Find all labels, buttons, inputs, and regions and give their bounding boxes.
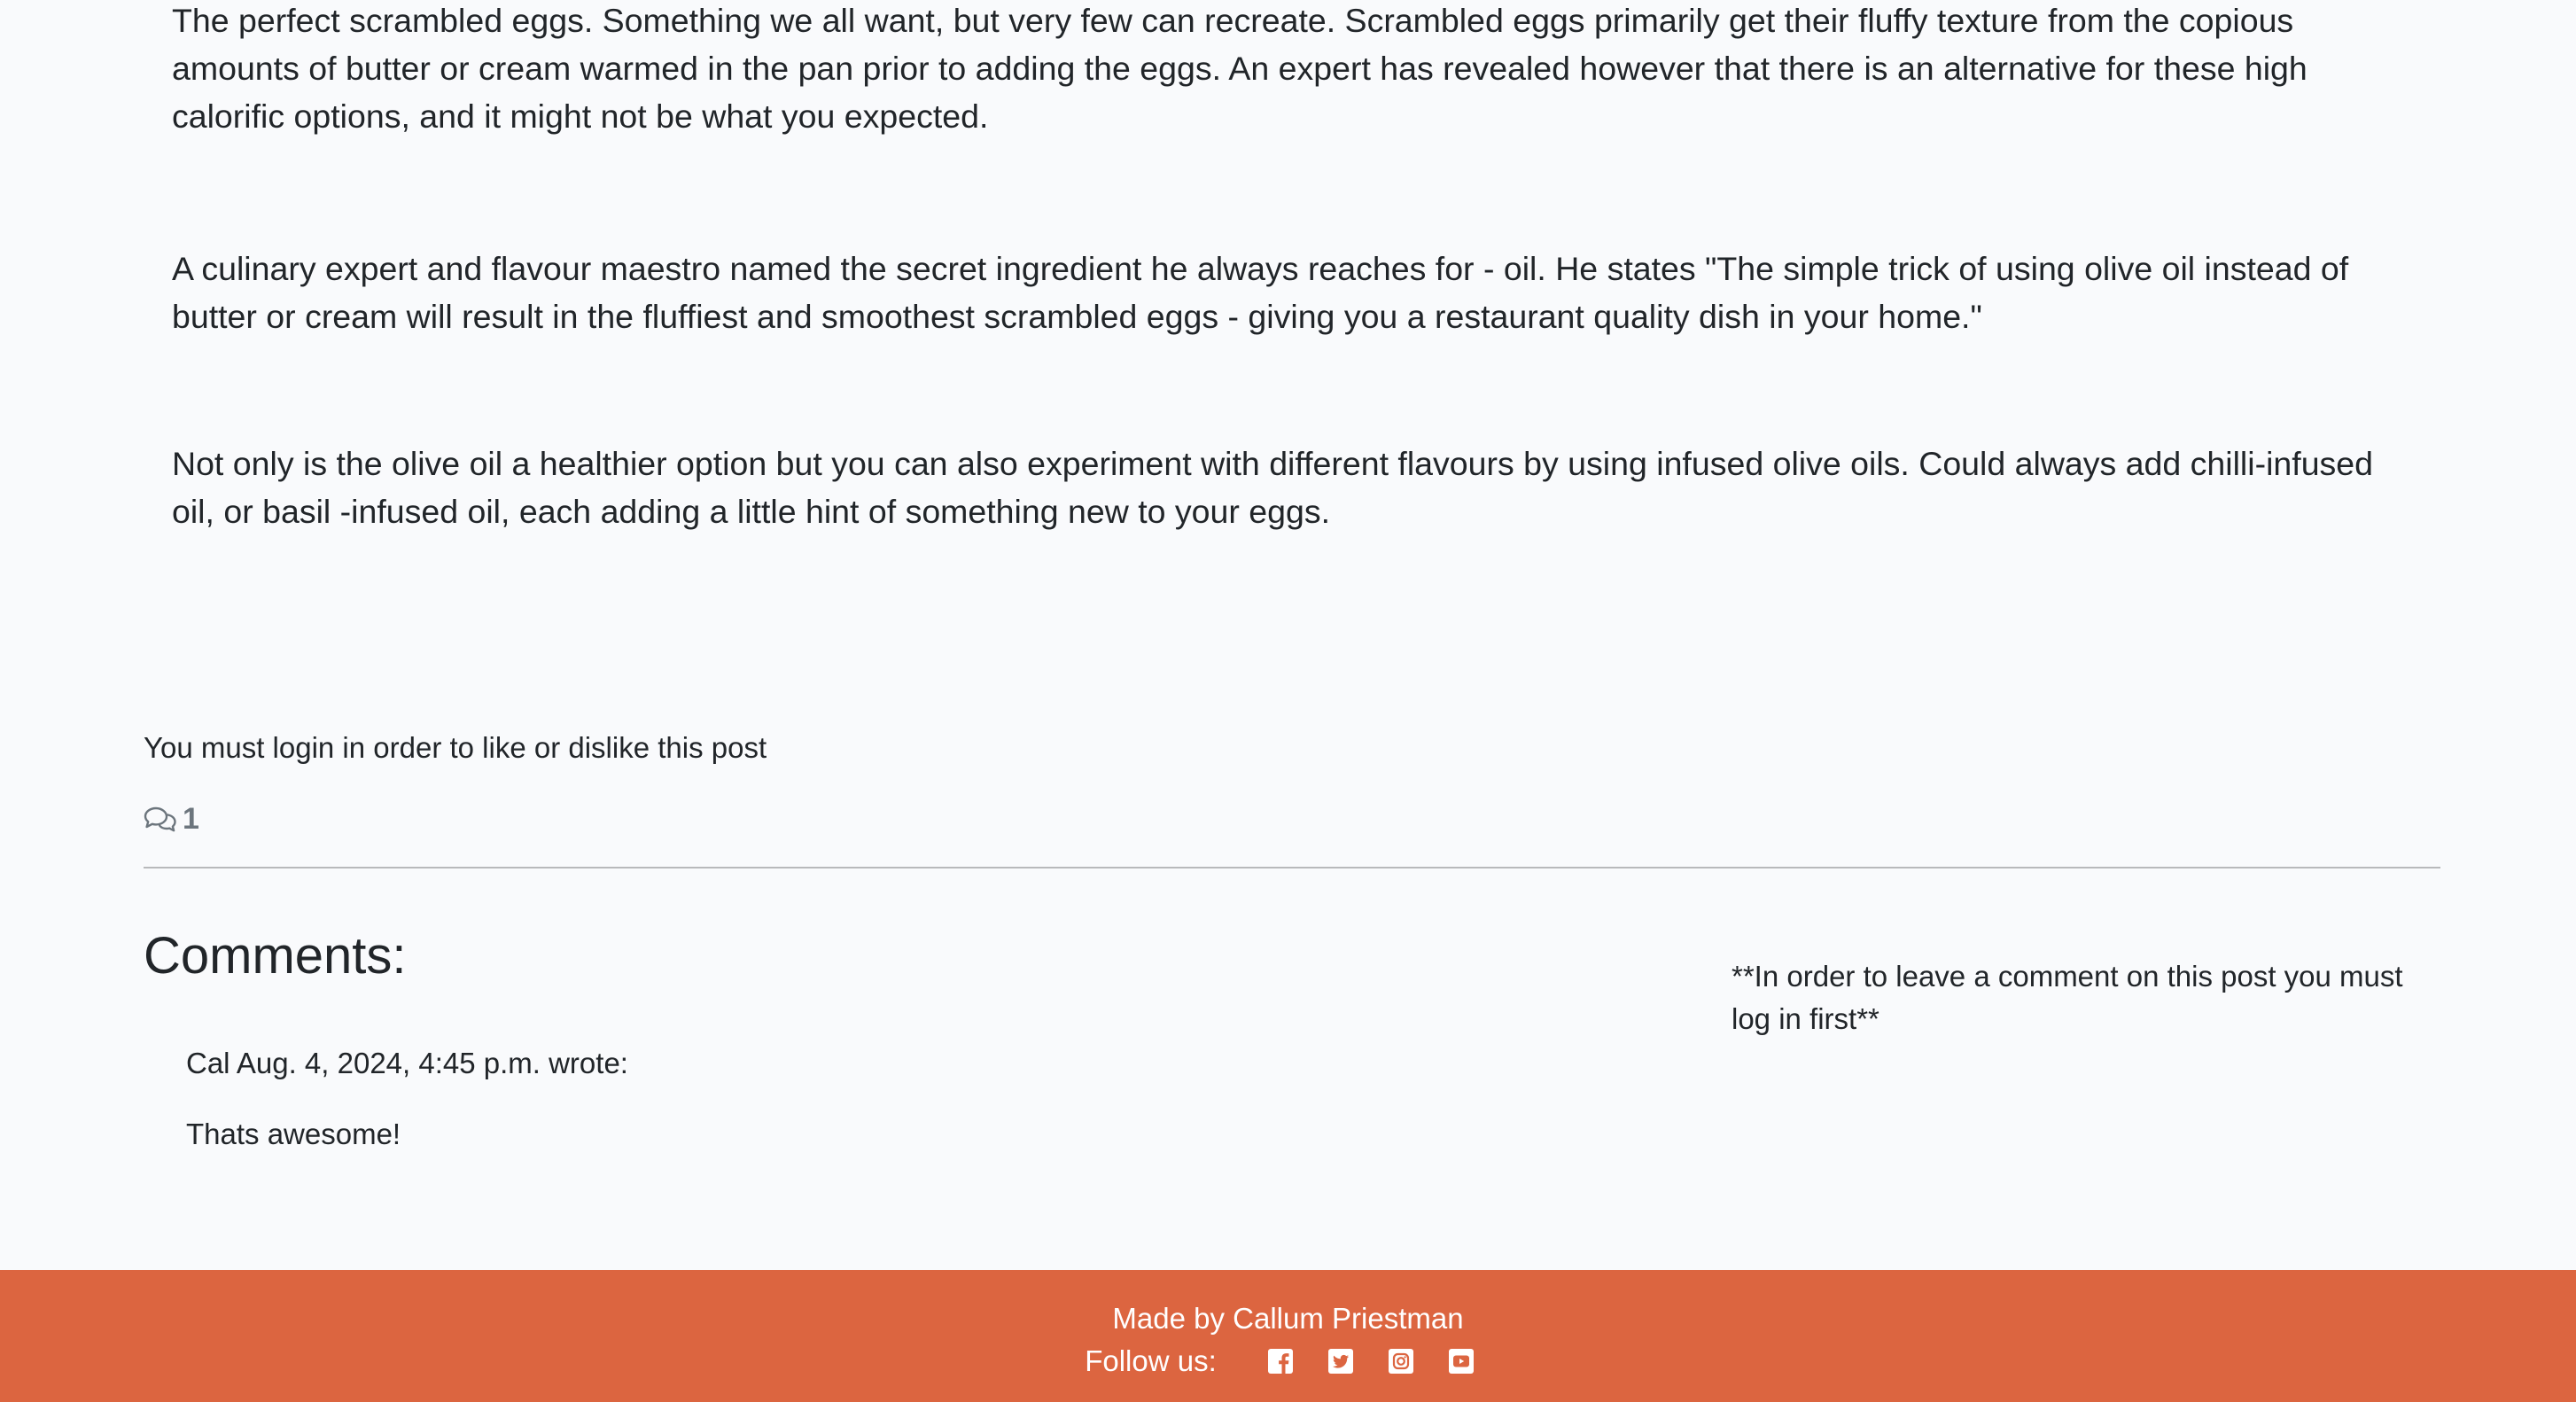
- comment-count-value: 1: [183, 802, 199, 836]
- comment-item: Cal Aug. 4, 2024, 4:45 p.m. wrote: Thats…: [186, 1042, 1604, 1156]
- comments-icon: [144, 805, 177, 833]
- section-divider: [144, 867, 2440, 868]
- comment-count: 1: [144, 798, 199, 840]
- footer-follow: Follow us:: [0, 1341, 2576, 1382]
- like-login-note: You must login in order to like or disli…: [144, 731, 767, 764]
- footer: Made by Callum Priestman Follow us:: [0, 1270, 2576, 1402]
- comment-meta: Cal Aug. 4, 2024, 4:45 p.m. wrote:: [186, 1047, 628, 1079]
- twitter-icon[interactable]: [1327, 1347, 1355, 1375]
- instagram-icon[interactable]: [1387, 1347, 1415, 1375]
- article-paragraph: The perfect scrambled eggs. Something we…: [172, 2, 2308, 135]
- article-paragraph: A culinary expert and flavour maestro na…: [172, 250, 2349, 335]
- comment-body: Thats awesome!: [186, 1118, 401, 1150]
- comments-heading: Comments:: [144, 927, 407, 985]
- follow-us-label: Follow us:: [1085, 1344, 1217, 1377]
- facebook-icon[interactable]: [1266, 1347, 1295, 1375]
- youtube-icon[interactable]: [1447, 1347, 1475, 1375]
- comment-login-required-note: **In order to leave a comment on this po…: [1732, 960, 2403, 1035]
- article-paragraph: Not only is the olive oil a healthier op…: [172, 445, 2374, 530]
- footer-made-by: Made by Callum Priestman: [1112, 1302, 1464, 1335]
